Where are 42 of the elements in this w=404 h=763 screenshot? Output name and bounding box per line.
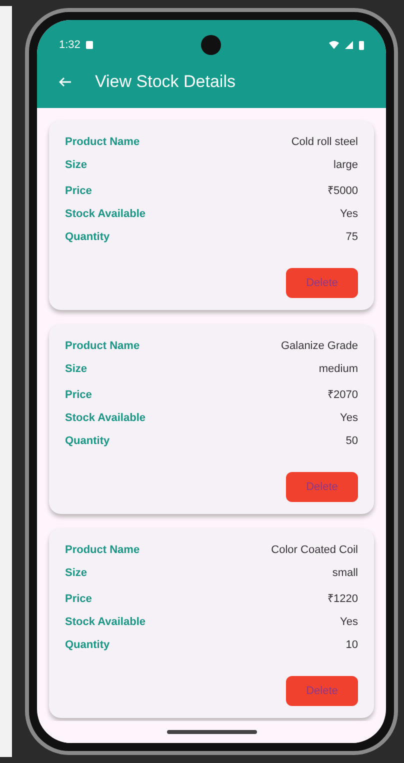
- delete-button[interactable]: Delete: [286, 472, 358, 502]
- camera-hole: [201, 35, 222, 55]
- field-label: Product Name: [65, 544, 140, 556]
- field-label: Price: [65, 185, 92, 197]
- field-label: Quantity: [65, 435, 110, 447]
- field-value: 75: [346, 231, 358, 243]
- field-label: Price: [65, 593, 92, 605]
- field-value: Yes: [340, 616, 358, 628]
- field-value: 10: [346, 639, 358, 651]
- field-label: Price: [65, 389, 92, 401]
- field-label: Stock Available: [65, 208, 146, 220]
- field-value: Cold roll steel: [291, 136, 358, 148]
- delete-button[interactable]: Delete: [286, 268, 358, 298]
- field-value: ₹5000: [328, 184, 358, 197]
- field-label: Size: [65, 363, 88, 375]
- notification-icon: [86, 41, 94, 49]
- field-value: Yes: [340, 208, 358, 220]
- back-arrow-icon: [59, 77, 71, 87]
- delete-button[interactable]: Delete: [286, 676, 358, 706]
- field-label: Size: [65, 159, 88, 171]
- signal-icon: [344, 41, 353, 49]
- field-value: 50: [346, 435, 358, 447]
- field-value: Color Coated Coil: [271, 544, 358, 556]
- battery-icon: [358, 40, 364, 50]
- field-label: Stock Available: [65, 616, 146, 628]
- field-label: Stock Available: [65, 412, 146, 424]
- screen-title: View Stock Details: [95, 72, 236, 92]
- status-time: 1:32: [59, 39, 80, 51]
- field-label: Quantity: [65, 231, 110, 243]
- field-value: ₹1220: [328, 592, 358, 605]
- field-value: medium: [318, 363, 358, 375]
- field-value: Galanize Grade: [280, 340, 358, 352]
- back-button[interactable]: [59, 77, 71, 87]
- field-label: Product Name: [65, 340, 140, 352]
- field-value: ₹2070: [328, 388, 358, 401]
- field-label: Size: [65, 567, 88, 579]
- field-value: large: [334, 159, 358, 171]
- field-label: Quantity: [65, 639, 110, 651]
- wifi-icon: [328, 41, 339, 49]
- field-label: Product Name: [65, 136, 140, 148]
- field-value: small: [332, 567, 358, 579]
- field-value: Yes: [340, 412, 358, 424]
